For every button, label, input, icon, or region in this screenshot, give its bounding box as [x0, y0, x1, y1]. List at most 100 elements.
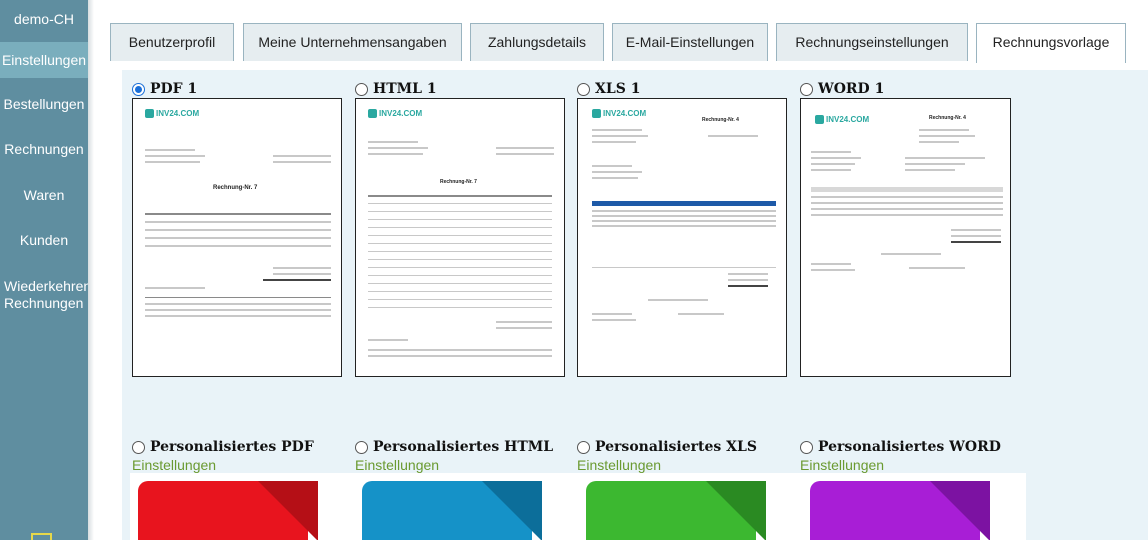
- line: [368, 153, 423, 155]
- line: [273, 155, 331, 157]
- table-header-bar: [592, 201, 776, 206]
- logo: INV24.COM: [368, 109, 422, 118]
- template-label: PDF 1: [150, 81, 198, 97]
- line: [811, 169, 851, 171]
- sidebar-item-einstellungen[interactable]: Einstellungen: [0, 42, 88, 78]
- line: [368, 259, 552, 260]
- custom-label: Personalisiertes WORD: [818, 439, 1001, 455]
- line: [592, 215, 776, 217]
- radio-custom-word[interactable]: [800, 440, 813, 454]
- template-label: XLS 1: [595, 81, 641, 97]
- radio-custom-html[interactable]: [355, 440, 368, 454]
- line: [145, 161, 200, 163]
- template-option-xls1[interactable]: XLS 1: [577, 81, 640, 97]
- template-preview-pdf1[interactable]: INV24.COM Rechnung-Nr. 7: [132, 98, 342, 377]
- template-option-word1[interactable]: WORD 1: [800, 81, 884, 97]
- logo-mark: [592, 109, 601, 118]
- line: [368, 203, 552, 204]
- custom-label: Personalisiertes PDF: [150, 439, 314, 455]
- template-preview-xls1[interactable]: INV24.COM Rechnung-Nr. 4: [577, 98, 787, 377]
- line: [708, 135, 758, 137]
- sidebar-item-waren[interactable]: Waren: [0, 187, 88, 204]
- tab-rechnungseinstellungen[interactable]: Rechnungseinstellungen: [776, 23, 968, 61]
- line: [368, 243, 552, 244]
- line: [368, 195, 552, 197]
- line: [909, 267, 965, 269]
- radio-pdf1[interactable]: [132, 82, 145, 96]
- line: [592, 135, 648, 137]
- tab-benutzerprofil[interactable]: Benutzerprofil: [110, 23, 234, 61]
- sidebar-item-kunden[interactable]: Kunden: [0, 232, 88, 249]
- line: [145, 213, 331, 215]
- radio-custom-pdf[interactable]: [132, 440, 145, 454]
- tab-rechnungsvorlage[interactable]: Rechnungsvorlage: [976, 23, 1126, 63]
- sidebar-item-wiederkehrende-rechnungen[interactable]: Wiederkehrende Rechnungen: [4, 278, 88, 312]
- template-option-html1[interactable]: HTML 1: [355, 81, 437, 97]
- custom-option-pdf[interactable]: Personalisiertes PDF: [132, 439, 314, 455]
- template-option-pdf1[interactable]: PDF 1: [132, 81, 197, 97]
- line: [678, 313, 724, 315]
- line: [919, 135, 975, 137]
- radio-custom-xls[interactable]: [577, 440, 590, 454]
- file-fold: [482, 481, 542, 540]
- custom-option-xls[interactable]: Personalisiertes XLS: [577, 439, 757, 455]
- line: [145, 245, 331, 247]
- line: [811, 208, 1003, 210]
- line: [951, 235, 1001, 237]
- custom-word-settings-link[interactable]: Einstellungen: [800, 457, 884, 473]
- template-preview-word1[interactable]: INV24.COM Rechnung-Nr. 4: [800, 98, 1011, 377]
- line: [881, 253, 941, 255]
- preview-title: Rechnung-Nr. 4: [702, 117, 739, 123]
- line: [145, 221, 331, 223]
- line: [368, 251, 552, 252]
- line: [592, 220, 776, 222]
- sidebar-item-rechnungen[interactable]: Rechnungen: [0, 141, 88, 158]
- logo-mark: [368, 109, 377, 118]
- line: [592, 129, 642, 131]
- radio-word1[interactable]: [800, 82, 813, 96]
- custom-option-word[interactable]: Personalisiertes WORD: [800, 439, 1001, 455]
- custom-xls-settings-link[interactable]: Einstellungen: [577, 457, 661, 473]
- custom-pdf-settings-link[interactable]: Einstellungen: [132, 457, 216, 473]
- line: [592, 225, 776, 227]
- line: [919, 141, 959, 143]
- line: [368, 349, 552, 351]
- tab-email-einstellungen[interactable]: E-Mail-Einstellungen: [612, 23, 768, 61]
- sidebar-item-bestellungen[interactable]: Bestellungen: [0, 96, 88, 113]
- tab-zahlungsdetails[interactable]: Zahlungsdetails: [470, 23, 604, 61]
- line: [811, 214, 1003, 216]
- line: [905, 169, 955, 171]
- logo-text: INV24.COM: [379, 109, 423, 118]
- tab-unternehmensangaben[interactable]: Meine Unternehmensangaben: [243, 23, 462, 61]
- xls-file-icon[interactable]: [578, 473, 802, 540]
- sidebar-toggle-icon[interactable]: [31, 533, 52, 540]
- pdf-file-icon[interactable]: [130, 473, 354, 540]
- line: [368, 235, 552, 236]
- gutter: [88, 0, 108, 540]
- line: [592, 141, 636, 143]
- line: [368, 291, 552, 292]
- template-label: HTML 1: [373, 81, 437, 97]
- radio-xls1[interactable]: [577, 82, 590, 96]
- line: [592, 313, 632, 315]
- line: [145, 229, 331, 231]
- line: [145, 297, 331, 298]
- line: [368, 227, 552, 228]
- line: [273, 267, 331, 269]
- line: [811, 196, 1003, 198]
- file-fold: [706, 481, 766, 540]
- preview-title: Rechnung-Nr. 7: [213, 185, 258, 191]
- line: [263, 279, 331, 281]
- html-file-icon[interactable]: [354, 473, 578, 540]
- word-file-icon[interactable]: [802, 473, 1026, 540]
- line: [145, 309, 331, 311]
- custom-option-html[interactable]: Personalisiertes HTML: [355, 439, 553, 455]
- line: [145, 149, 195, 151]
- template-preview-html1[interactable]: INV24.COM Rechnung-Nr. 7: [355, 98, 565, 377]
- radio-html1[interactable]: [355, 82, 368, 96]
- line: [592, 171, 642, 173]
- line: [145, 237, 331, 239]
- table-header-bar: [811, 187, 1003, 192]
- gutter-shadow: [88, 0, 94, 540]
- custom-html-settings-link[interactable]: Einstellungen: [355, 457, 439, 473]
